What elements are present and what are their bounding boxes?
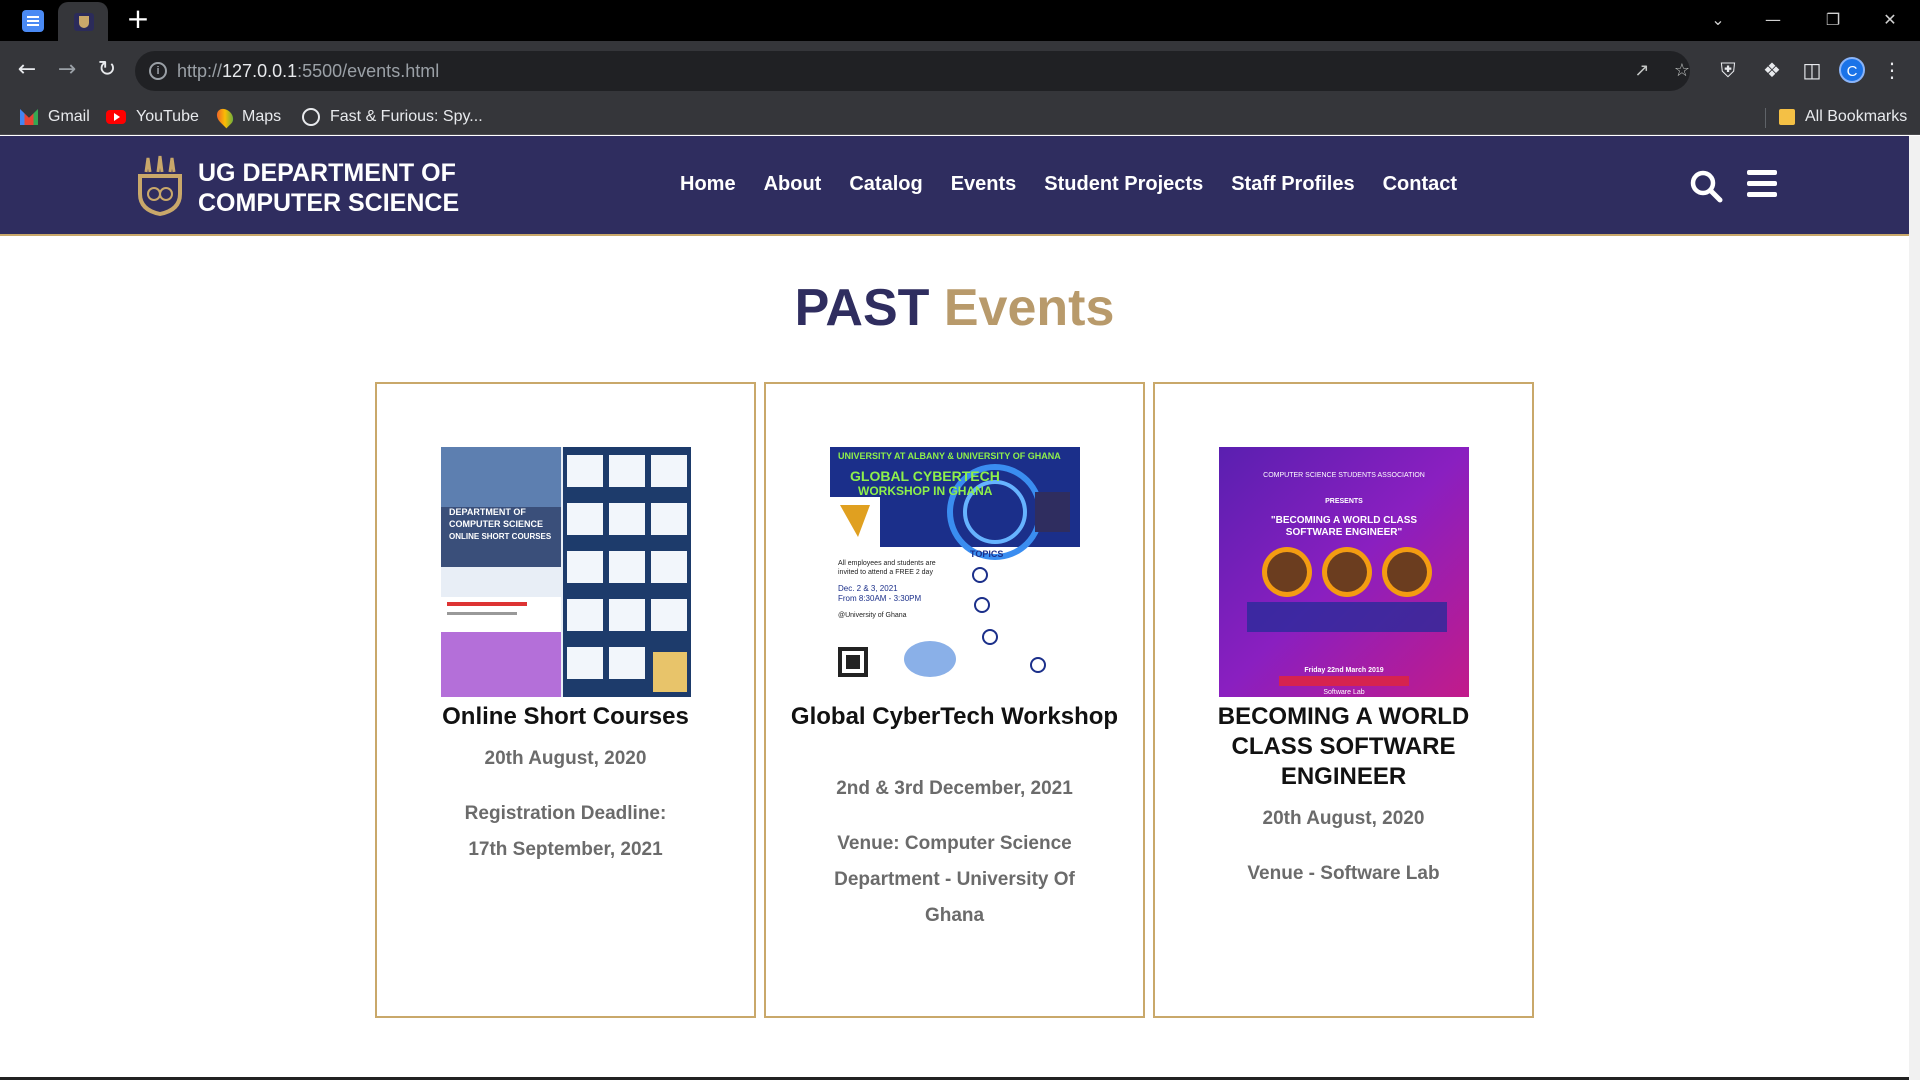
nav-contact[interactable]: Contact <box>1383 173 1457 196</box>
nav-catalog[interactable]: Catalog <box>849 173 922 196</box>
site-header: UG DEPARTMENT OF COMPUTER SCIENCE Home A… <box>0 136 1909 236</box>
bookmark-fast-furious[interactable]: Fast & Furious: Spy... <box>302 106 483 128</box>
event-date: 20th August, 2020 <box>484 748 647 769</box>
svg-text:PRESENTS: PRESENTS <box>1325 498 1363 505</box>
docs-tab-icon[interactable] <box>22 10 44 32</box>
event-title: Global CyberTech Workshop <box>790 703 1119 730</box>
svg-text:All employees and students are: All employees and students are <box>838 560 936 567</box>
ug-crest-logo-icon[interactable] <box>132 154 188 218</box>
reload-icon[interactable]: ↻ <box>92 55 122 85</box>
svg-text:DEPARTMENT OF: DEPARTMENT OF <box>449 507 526 517</box>
event-title: BECOMING A WORLD CLASS SOFTWARE ENGINEER <box>1217 703 1470 790</box>
event-card-online-short-courses[interactable]: DEPARTMENT OF COMPUTER SCIENCE ONLINE SH… <box>375 382 756 1018</box>
address-bar[interactable]: i http://127.0.0.1:5500/events.html ↗ ☆ <box>135 51 1690 91</box>
svg-text:invited to attend a FREE 2 day: invited to attend a FREE 2 day <box>838 569 933 576</box>
site-title[interactable]: UG DEPARTMENT OF COMPUTER SCIENCE <box>198 158 459 218</box>
minimize-button[interactable]: — <box>1758 6 1788 34</box>
bookmark-youtube[interactable]: YouTube <box>106 106 199 128</box>
bookmarks-bar: Gmail YouTube Maps Fast & Furious: Spy..… <box>0 100 1920 135</box>
event-card-world-class-engineer[interactable]: COMPUTER SCIENCE STUDENTS ASSOCIATION PR… <box>1153 382 1534 1018</box>
crest-favicon-icon <box>74 13 94 31</box>
svg-text:UNIVERSITY AT ALBANY & UNIVERS: UNIVERSITY AT ALBANY & UNIVERSITY OF GHA… <box>838 451 1061 461</box>
url-text[interactable]: http://127.0.0.1:5500/events.html <box>177 61 439 82</box>
svg-text:COMPUTER SCIENCE: COMPUTER SCIENCE <box>449 519 543 529</box>
all-bookmarks-folder[interactable]: All Bookmarks <box>1779 106 1907 128</box>
events-grid: DEPARTMENT OF COMPUTER SCIENCE ONLINE SH… <box>375 382 1535 1018</box>
shield-extension-icon[interactable]: ⛨ <box>1714 56 1742 84</box>
restore-button[interactable]: ❐ <box>1818 6 1848 34</box>
nav-staff-profiles[interactable]: Staff Profiles <box>1231 173 1354 196</box>
side-panel-icon[interactable]: ◫ <box>1798 56 1826 84</box>
svg-text:"BECOMING A WORLD CLASS: "BECOMING A WORLD CLASS <box>1271 515 1418 526</box>
event-date: 2nd & 3rd December, 2021 <box>836 778 1073 799</box>
svg-text:TOPICS: TOPICS <box>970 549 1003 559</box>
gmail-icon <box>20 109 38 125</box>
event-info: Venue: Computer Science Department - Uni… <box>834 833 1075 926</box>
event-poster-image: COMPUTER SCIENCE STUDENTS ASSOCIATION PR… <box>1219 447 1469 697</box>
youtube-icon <box>106 110 126 124</box>
bookmark-star-icon[interactable]: ☆ <box>1670 59 1694 83</box>
svg-text:GLOBAL CYBERTECH: GLOBAL CYBERTECH <box>850 468 1000 484</box>
svg-text:COMPUTER SCIENCE STUDENTS ASSO: COMPUTER SCIENCE STUDENTS ASSOCIATION <box>1263 472 1425 479</box>
more-menu-icon[interactable]: ⋮ <box>1878 56 1906 84</box>
event-poster-image: DEPARTMENT OF COMPUTER SCIENCE ONLINE SH… <box>441 447 691 697</box>
page-title: PAST Events <box>794 279 1115 337</box>
bookmark-maps[interactable]: Maps <box>213 105 281 129</box>
svg-text:SOFTWARE ENGINEER": SOFTWARE ENGINEER" <box>1286 527 1403 538</box>
svg-text:Software Lab: Software Lab <box>1323 689 1364 696</box>
nav-home[interactable]: Home <box>680 173 736 196</box>
event-info: Venue - Software Lab <box>1247 863 1440 884</box>
search-icon[interactable] <box>1689 169 1723 203</box>
svg-text:From 8:30AM - 3:30PM: From 8:30AM - 3:30PM <box>838 594 921 603</box>
browser-toolbar: ← → ↻ i http://127.0.0.1:5500/events.htm… <box>0 41 1920 100</box>
event-info: Registration Deadline: 17th September, 2… <box>464 803 667 860</box>
folder-icon <box>1779 109 1795 125</box>
hamburger-menu-icon[interactable] <box>1747 170 1777 198</box>
event-card-global-cybertech[interactable]: UNIVERSITY AT ALBANY & UNIVERSITY OF GHA… <box>764 382 1145 1018</box>
nav-events[interactable]: Events <box>951 173 1017 196</box>
browser-tabstrip: + ⌄ — ❐ ✕ <box>0 0 1920 41</box>
share-icon[interactable]: ↗ <box>1630 59 1654 83</box>
svg-text:Dec. 2 & 3, 2021: Dec. 2 & 3, 2021 <box>838 584 898 593</box>
extensions-puzzle-icon[interactable]: ❖ <box>1758 56 1786 84</box>
svg-text:Friday 22nd March 2019: Friday 22nd March 2019 <box>1304 667 1383 674</box>
main-nav: Home About Catalog Events Student Projec… <box>680 173 1457 196</box>
maps-pin-icon <box>213 105 237 129</box>
nav-about[interactable]: About <box>764 173 822 196</box>
profile-avatar[interactable]: C <box>1839 57 1865 83</box>
tab-search-chevron-icon[interactable]: ⌄ <box>1703 6 1733 34</box>
svg-text:WORKSHOP IN GHANA: WORKSHOP IN GHANA <box>858 484 993 498</box>
close-window-button[interactable]: ✕ <box>1875 6 1905 34</box>
site-info-icon[interactable]: i <box>149 62 167 80</box>
page-scrollbar[interactable] <box>1909 136 1920 1080</box>
back-arrow-icon[interactable]: ← <box>12 55 42 85</box>
active-tab[interactable] <box>58 2 108 41</box>
event-poster-image: UNIVERSITY AT ALBANY & UNIVERSITY OF GHA… <box>830 447 1080 697</box>
event-date: 20th August, 2020 <box>1262 808 1425 829</box>
nav-student-projects[interactable]: Student Projects <box>1044 173 1203 196</box>
globe-icon <box>302 108 320 126</box>
new-tab-button[interactable]: + <box>124 5 152 34</box>
svg-text:ONLINE SHORT COURSES: ONLINE SHORT COURSES <box>449 532 552 541</box>
forward-arrow-icon[interactable]: → <box>52 55 82 85</box>
svg-text:@University of Ghana: @University of Ghana <box>838 612 907 619</box>
bookmarks-divider <box>1765 108 1766 128</box>
event-title: Online Short Courses <box>442 703 689 730</box>
bookmark-gmail[interactable]: Gmail <box>20 106 90 128</box>
